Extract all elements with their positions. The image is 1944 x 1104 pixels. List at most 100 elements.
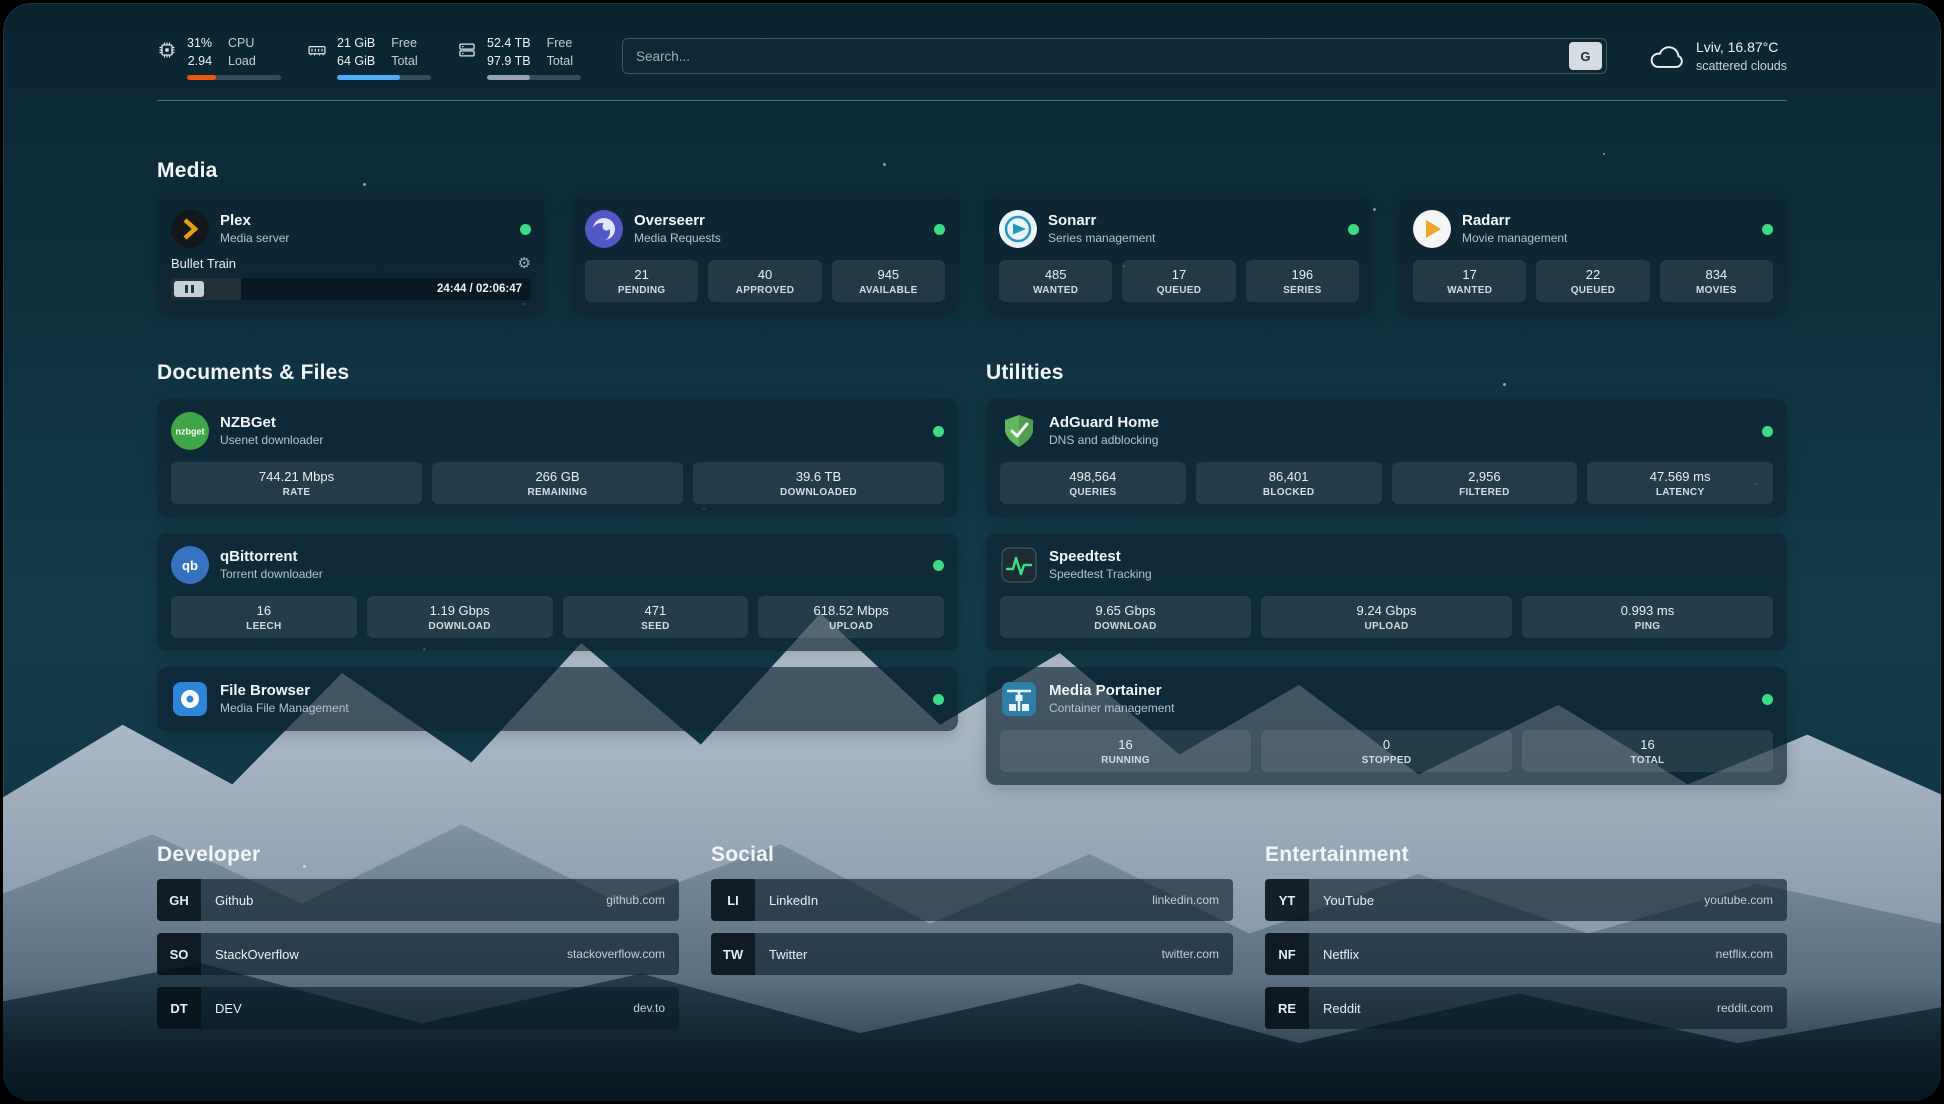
- playback-progress-bar[interactable]: 24:44 / 02:06:47: [171, 278, 531, 300]
- stat-box: 945 AVAILABLE: [832, 260, 945, 302]
- stat-box: 834 MOVIES: [1660, 260, 1773, 302]
- bookmark-url: stackoverflow.com: [567, 947, 665, 961]
- status-online-dot: [1348, 224, 1359, 235]
- weather-widget: Lviv, 16.87°C scattered clouds: [1648, 35, 1787, 75]
- stat-box: 498,564 QUERIES: [1000, 462, 1186, 504]
- bookmark-url: linkedin.com: [1152, 893, 1219, 907]
- app-name: Overseerr: [634, 211, 721, 231]
- now-playing-title: Bullet Train: [171, 256, 236, 271]
- qbittorrent-icon: qb: [171, 546, 209, 584]
- portainer-card[interactable]: Media Portainer Container management 16 …: [986, 667, 1787, 785]
- bookmark-abbr: TW: [711, 933, 755, 975]
- app-subtitle: Movie management: [1462, 231, 1567, 247]
- developer-section-title: Developer: [157, 843, 679, 867]
- search-box: G: [622, 38, 1607, 74]
- bookmark-abbr: LI: [711, 879, 755, 921]
- plex-card[interactable]: Plex Media server Bullet Train ⚙ 24:44 /…: [157, 197, 545, 315]
- app-name: File Browser: [220, 681, 349, 701]
- radarr-card[interactable]: Radarr Movie management 17 WANTED 22 QUE…: [1399, 197, 1787, 315]
- overseerr-card[interactable]: Overseerr Media Requests 21 PENDING 40 A…: [571, 197, 959, 315]
- bookmark-name: Reddit: [1323, 1001, 1361, 1016]
- adguard-shield-icon: [1000, 412, 1038, 450]
- nzbget-card[interactable]: nzbget NZBGet Usenet downloader 744.21 M…: [157, 399, 958, 517]
- stat-box: 21 PENDING: [585, 260, 698, 302]
- cpu-labels: CPU Load: [228, 35, 256, 70]
- bookmark-twitter[interactable]: TW Twitter twitter.com: [711, 933, 1233, 975]
- status-online-dot: [1762, 426, 1773, 437]
- playback-time: 24:44 / 02:06:47: [437, 283, 522, 295]
- memory-free: 21 GiB: [337, 35, 375, 53]
- stat-box: 9.24 Gbps UPLOAD: [1261, 596, 1512, 638]
- app-name: qBittorrent: [220, 547, 323, 567]
- weather-location: Lviv, 16.87°C: [1696, 37, 1787, 57]
- svg-text:qb: qb: [182, 558, 198, 573]
- bookmark-abbr: RE: [1265, 987, 1309, 1029]
- bookmark-reddit[interactable]: RE Reddit reddit.com: [1265, 987, 1787, 1029]
- bookmark-url: netflix.com: [1716, 947, 1773, 961]
- stat-box: 744.21 Mbps RATE: [171, 462, 422, 504]
- cpu-load-value: 2.94: [188, 53, 212, 71]
- app-subtitle: Media File Management: [220, 701, 349, 717]
- header-divider: [157, 100, 1787, 101]
- qbittorrent-card[interactable]: qb qBittorrent Torrent downloader 16 LEE…: [157, 533, 958, 651]
- section-utilities: Utilities AdGuard Home DNS and adblockin…: [986, 361, 1787, 785]
- app-name: Sonarr: [1048, 211, 1155, 231]
- memory-icon: [307, 40, 327, 60]
- speedtest-card[interactable]: Speedtest Speedtest Tracking 9.65 Gbps D…: [986, 533, 1787, 651]
- utilities-section-title: Utilities: [986, 361, 1787, 385]
- stat-box: 0.993 ms PING: [1522, 596, 1773, 638]
- app-subtitle: Container management: [1049, 701, 1174, 717]
- memory-monitor: 21 GiB 64 GiB Free Total: [307, 35, 431, 80]
- documents-section-title: Documents & Files: [157, 361, 958, 385]
- stat-box: 1.19 Gbps DOWNLOAD: [367, 596, 553, 638]
- adguard-card[interactable]: AdGuard Home DNS and adblocking 498,564 …: [986, 399, 1787, 517]
- cpu-progress-fill: [187, 75, 216, 80]
- bookmark-abbr: YT: [1265, 879, 1309, 921]
- stat-box: 16 RUNNING: [1000, 730, 1251, 772]
- status-online-dot: [1762, 694, 1773, 705]
- app-subtitle: Torrent downloader: [220, 567, 323, 583]
- stat-box: 22 QUEUED: [1536, 260, 1649, 302]
- search-input[interactable]: [636, 49, 1569, 64]
- top-bar: 31% 2.94 CPU Load: [157, 3, 1787, 80]
- memory-values: 21 GiB 64 GiB: [337, 35, 375, 70]
- sonarr-card[interactable]: Sonarr Series management 485 WANTED 17 Q…: [985, 197, 1373, 315]
- stat-box: 40 APPROVED: [708, 260, 821, 302]
- bookmark-url: twitter.com: [1162, 947, 1219, 961]
- entertainment-section-title: Entertainment: [1265, 843, 1787, 867]
- bookmark-abbr: DT: [157, 987, 201, 1029]
- disk-labels: Free Total: [547, 35, 573, 70]
- pause-button[interactable]: [174, 281, 204, 297]
- settings-gear-icon[interactable]: ⚙: [518, 256, 531, 271]
- bookmark-linkedin[interactable]: LI LinkedIn linkedin.com: [711, 879, 1233, 921]
- app-subtitle: Usenet downloader: [220, 433, 323, 449]
- nzbget-icon: nzbget: [171, 412, 209, 450]
- filebrowser-icon: [171, 680, 209, 718]
- app-subtitle: Media server: [220, 231, 289, 247]
- memory-progress-fill: [337, 75, 400, 80]
- bookmark-abbr: NF: [1265, 933, 1309, 975]
- status-online-dot: [933, 426, 944, 437]
- stat-box: 2,956 FILTERED: [1392, 462, 1578, 504]
- bookmark-url: youtube.com: [1704, 893, 1773, 907]
- status-online-dot: [934, 224, 945, 235]
- plex-icon: [171, 210, 209, 248]
- stat-box: 485 WANTED: [999, 260, 1112, 302]
- bookmark-netflix[interactable]: NF Netflix netflix.com: [1265, 933, 1787, 975]
- social-section-title: Social: [711, 843, 1233, 867]
- overseerr-icon: [585, 210, 623, 248]
- stat-box: 9.65 Gbps DOWNLOAD: [1000, 596, 1251, 638]
- bookmark-stackoverflow[interactable]: SO StackOverflow stackoverflow.com: [157, 933, 679, 975]
- weather-condition: scattered clouds: [1696, 57, 1787, 75]
- app-name: AdGuard Home: [1049, 413, 1159, 433]
- app-subtitle: Series management: [1048, 231, 1155, 247]
- cpu-values: 31% 2.94: [187, 35, 212, 70]
- bookmark-dev[interactable]: DT DEV dev.to: [157, 987, 679, 1029]
- search-provider-button[interactable]: G: [1569, 42, 1602, 70]
- section-documents: Documents & Files nzbget NZBGet Usenet d…: [157, 361, 958, 785]
- bookmark-youtube[interactable]: YT YouTube youtube.com: [1265, 879, 1787, 921]
- filebrowser-card[interactable]: File Browser Media File Management: [157, 667, 958, 731]
- portainer-icon: [1000, 680, 1038, 718]
- bookmark-github[interactable]: GH Github github.com: [157, 879, 679, 921]
- app-subtitle: DNS and adblocking: [1049, 433, 1159, 449]
